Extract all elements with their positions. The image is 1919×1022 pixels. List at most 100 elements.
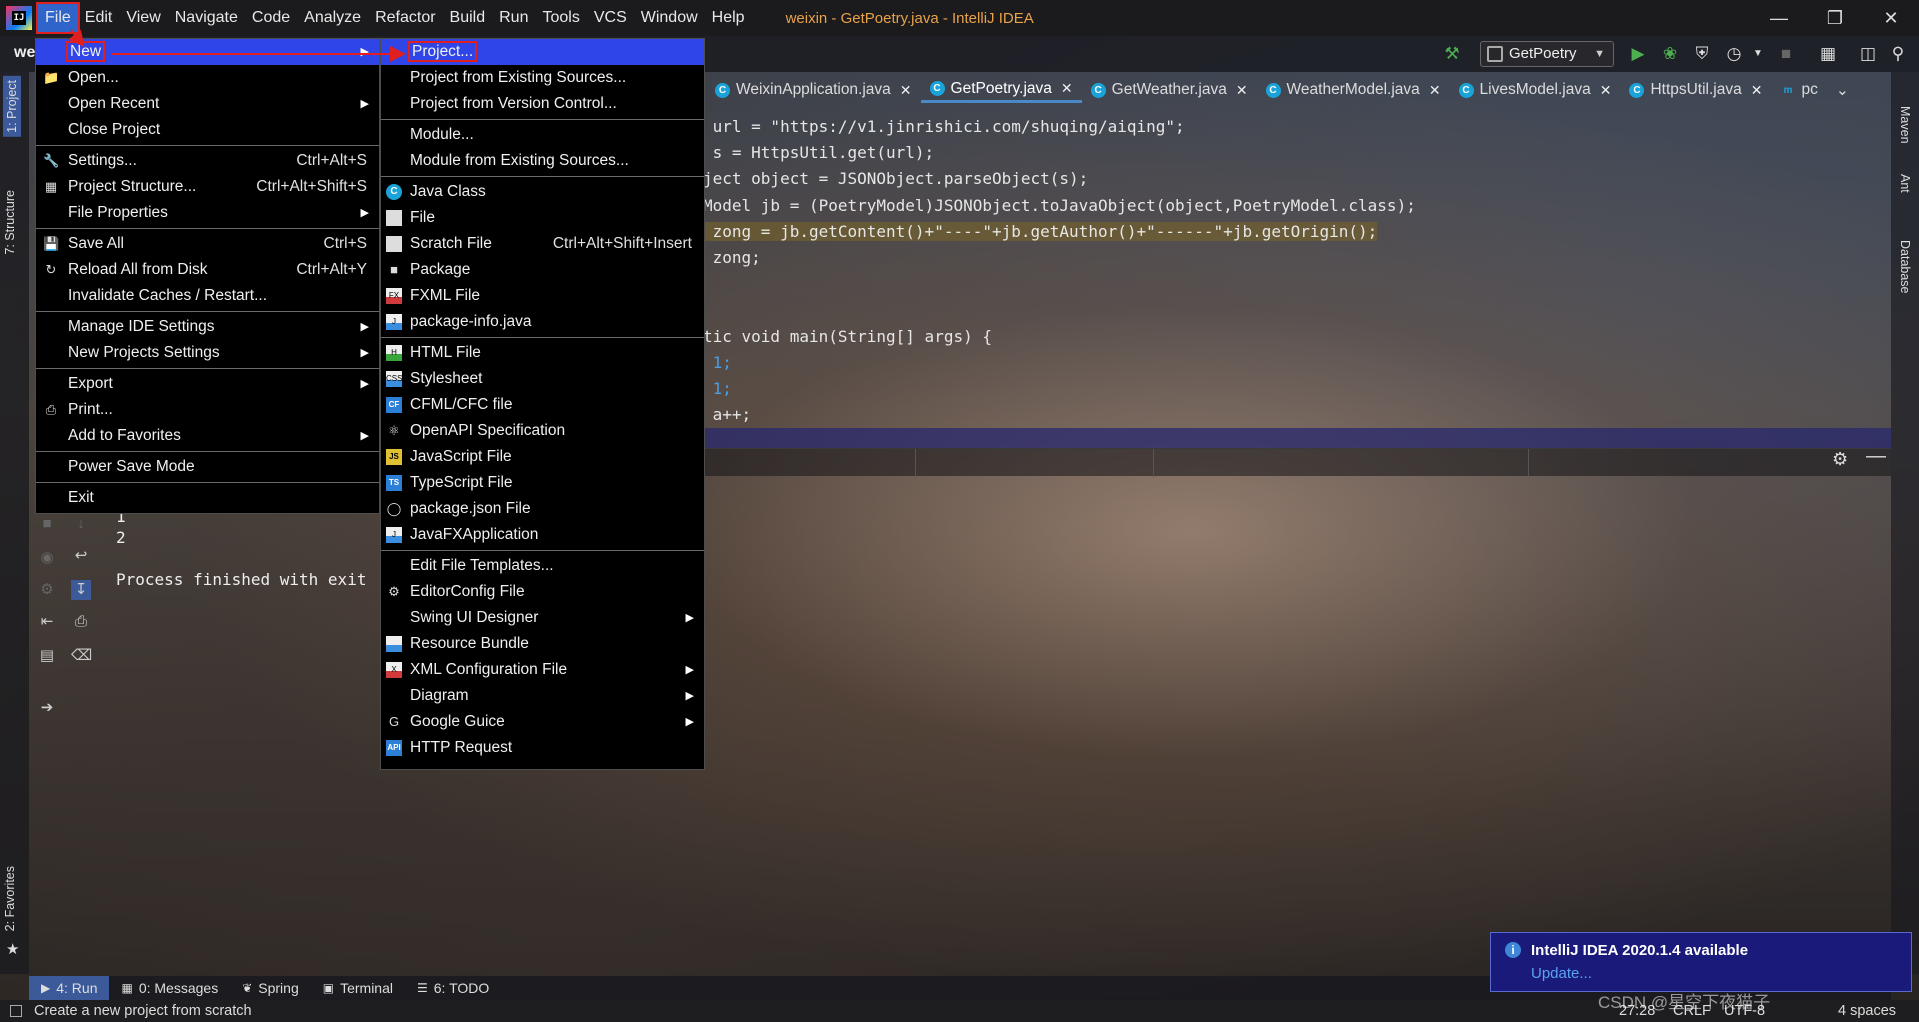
menu-view[interactable]: View <box>119 4 167 32</box>
arrow-down-icon[interactable]: ↓ <box>71 514 91 534</box>
hide-panel-icon[interactable]: — <box>1866 445 1886 468</box>
bottom-tab-spring[interactable]: ❦ Spring <box>230 976 311 1000</box>
menu-item-stylesheet[interactable]: CSS Stylesheet <box>381 366 704 392</box>
indent-setting[interactable]: 4 spaces <box>1838 1003 1896 1019</box>
menu-edit[interactable]: Edit <box>78 4 120 32</box>
editor-tab[interactable]: C WeixinApplication.java ✕ <box>706 77 921 103</box>
menu-item-invalidate-caches-restart[interactable]: Invalidate Caches / Restart... <box>36 283 379 309</box>
menu-code[interactable]: Code <box>245 4 297 32</box>
bottom-tab-messages[interactable]: ▦ 0: Messages <box>109 976 230 1000</box>
menu-item-swing-ui-designer[interactable]: Swing UI Designer ▶ <box>381 605 704 631</box>
editor-tab[interactable]: C LivesModel.java ✕ <box>1450 77 1621 103</box>
bottom-tab-terminal[interactable]: ▣ Terminal <box>311 976 405 1000</box>
menu-item-project-from-existing-sources[interactable]: Project from Existing Sources... <box>381 65 704 91</box>
tool-tab-structure[interactable]: 7: Structure <box>3 190 17 255</box>
tool-tab-project[interactable]: 1: Project <box>3 76 21 137</box>
menu-tools[interactable]: Tools <box>535 4 586 32</box>
close-tab-icon[interactable]: ✕ <box>1429 82 1441 99</box>
exit-icon[interactable]: ⇤ <box>37 612 57 632</box>
menu-item-file-properties[interactable]: File Properties ▶ <box>36 200 379 226</box>
tool-tab-ant[interactable]: Ant <box>1898 174 1912 193</box>
menu-refactor[interactable]: Refactor <box>368 4 442 32</box>
menu-item-openapi-specification[interactable]: ⚛ OpenAPI Specification <box>381 418 704 444</box>
restore-button[interactable]: ❐ <box>1807 0 1863 36</box>
status-panel-icon[interactable] <box>10 1005 22 1017</box>
menu-item-project-from-version-control[interactable]: Project from Version Control... <box>381 91 704 117</box>
menu-item-http-request[interactable]: API HTTP Request <box>381 735 704 761</box>
editor-tab[interactable]: C GetWeather.java ✕ <box>1082 77 1257 103</box>
search-icon[interactable]: ⚲ <box>1888 44 1908 64</box>
menu-item-scratch-file[interactable]: Scratch File Ctrl+Alt+Shift+Insert <box>381 231 704 257</box>
settings-icon[interactable]: ⚙ <box>37 580 57 600</box>
project-structure-icon[interactable]: ▦ <box>1818 44 1838 64</box>
menu-item-xml-configuration-file[interactable]: X XML Configuration File ▶ <box>381 657 704 683</box>
menu-item-project[interactable]: Project... <box>381 39 704 65</box>
menu-help[interactable]: Help <box>705 4 752 32</box>
menu-item-fxml-file[interactable]: FX FXML File <box>381 283 704 309</box>
menu-analyze[interactable]: Analyze <box>297 4 368 32</box>
menu-navigate[interactable]: Navigate <box>168 4 245 32</box>
menu-item-package[interactable]: ■ Package <box>381 257 704 283</box>
pin-icon[interactable]: ➔ <box>37 698 57 718</box>
tabs-overflow-chevron-icon[interactable]: ⌄ <box>1827 77 1858 103</box>
close-tab-icon[interactable]: ✕ <box>1751 82 1763 99</box>
close-tab-icon[interactable]: ✕ <box>900 82 912 99</box>
run-icon[interactable]: ▶ <box>1628 44 1648 64</box>
menu-item-power-save-mode[interactable]: Power Save Mode <box>36 454 379 480</box>
menu-build[interactable]: Build <box>443 4 493 32</box>
menu-run[interactable]: Run <box>492 4 535 32</box>
editor-tab[interactable]: C WeatherModel.java ✕ <box>1257 77 1450 103</box>
menu-window[interactable]: Window <box>634 4 705 32</box>
menu-item-new[interactable]: New ▶ <box>36 39 379 65</box>
close-tab-icon[interactable]: ✕ <box>1600 82 1612 99</box>
bottom-tab-run[interactable]: ▶ 4: Run <box>29 976 110 1000</box>
menu-item-open-recent[interactable]: Open Recent ▶ <box>36 91 379 117</box>
run-console[interactable]: 1 2 Process finished with exit <box>116 506 366 590</box>
debug-icon[interactable]: ❀ <box>1660 44 1680 64</box>
layout-icon[interactable]: ▤ <box>37 646 57 666</box>
profile-dropdown-icon[interactable]: ▼ <box>1748 44 1768 64</box>
menu-file[interactable]: File <box>36 2 80 34</box>
camera-icon[interactable]: ◉ <box>37 548 57 568</box>
gear-icon[interactable]: ⚙ <box>1832 449 1848 470</box>
menu-item-google-guice[interactable]: G Google Guice ▶ <box>381 709 704 735</box>
menu-item-typescript-file[interactable]: TS TypeScript File <box>381 470 704 496</box>
tool-tab-maven[interactable]: Maven <box>1898 106 1912 144</box>
menu-item-settings[interactable]: 🔧 Settings... Ctrl+Alt+S <box>36 148 379 174</box>
stop-icon[interactable]: ■ <box>37 514 57 534</box>
run-configuration-select[interactable]: GetPoetry ▼ <box>1480 41 1614 67</box>
coverage-icon[interactable]: ⛨ <box>1692 44 1712 64</box>
menu-item-package-info-java[interactable]: Jpackage-info.java <box>381 309 704 335</box>
menu-vcs[interactable]: VCS <box>587 4 634 32</box>
menu-item-javascript-file[interactable]: JS JavaScript File <box>381 444 704 470</box>
menu-item-exit[interactable]: Exit <box>36 485 379 511</box>
search-everywhere-icon[interactable]: ◫ <box>1858 44 1878 64</box>
menu-item-resource-bundle[interactable]: Resource Bundle <box>381 631 704 657</box>
profile-icon[interactable]: ◷ <box>1724 44 1744 64</box>
close-tab-icon[interactable]: ✕ <box>1061 80 1073 97</box>
menu-item-java-class[interactable]: C Java Class <box>381 179 704 205</box>
trash-icon[interactable]: ⌫ <box>71 646 92 666</box>
close-button[interactable]: ✕ <box>1863 0 1919 36</box>
project-breadcrumb[interactable]: we <box>14 44 35 62</box>
menu-item-edit-file-templates[interactable]: Edit File Templates... <box>381 553 704 579</box>
tool-tab-favorites[interactable]: 2: Favorites <box>3 866 17 931</box>
menu-item-reload-all-from-disk[interactable]: ↻ Reload All from Disk Ctrl+Alt+Y <box>36 257 379 283</box>
editor-tab[interactable]: m pc <box>1771 77 1826 103</box>
minimize-button[interactable]: — <box>1751 0 1807 36</box>
soft-wrap-icon[interactable]: ↩ <box>71 546 91 566</box>
build-hammer-icon[interactable]: ⚒ <box>1442 44 1462 64</box>
menu-item-module[interactable]: Module... <box>381 122 704 148</box>
editor-tab[interactable]: C HttpsUtil.java ✕ <box>1620 77 1771 103</box>
editor-tab[interactable]: C GetPoetry.java ✕ <box>920 77 1082 103</box>
menu-item-close-project[interactable]: Close Project <box>36 117 379 143</box>
menu-item-editorconfig-file[interactable]: ⚙ EditorConfig File <box>381 579 704 605</box>
menu-item-open[interactable]: 📁 Open... <box>36 65 379 91</box>
scroll-to-end-icon[interactable]: ↧ <box>71 580 91 600</box>
menu-item-diagram[interactable]: Diagram ▶ <box>381 683 704 709</box>
close-tab-icon[interactable]: ✕ <box>1236 82 1248 99</box>
menu-item-print[interactable]: ⎙ Print... <box>36 397 379 423</box>
menu-item-cfml-cfc-file[interactable]: CF CFML/CFC file <box>381 392 704 418</box>
menu-item-new-projects-settings[interactable]: New Projects Settings ▶ <box>36 340 379 366</box>
print-icon[interactable]: ⎙ <box>71 612 91 632</box>
